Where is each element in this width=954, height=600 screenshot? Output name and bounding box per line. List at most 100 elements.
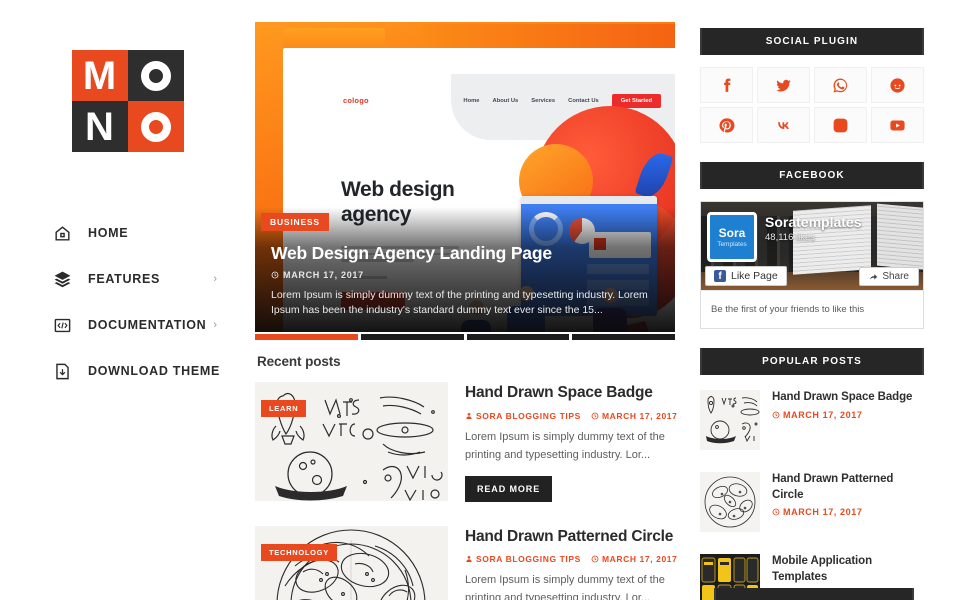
sidebar-label-features: FEATURES (88, 272, 161, 286)
clock-icon (271, 271, 279, 278)
popular-post-title[interactable]: Hand Drawn Patterned Circle (772, 472, 924, 503)
slider-dot-1[interactable] (255, 334, 358, 340)
instagram-link[interactable] (814, 107, 867, 143)
popular-post-thumbnail[interactable] (700, 472, 760, 532)
facebook-like-page-button[interactable]: f Like Page (705, 266, 787, 286)
reddit-link[interactable] (871, 67, 924, 103)
user-icon (466, 556, 472, 563)
post-category-tag[interactable]: TECHNOLOGY (261, 543, 337, 561)
slider-title[interactable]: Web Design Agency Landing Page (271, 244, 659, 264)
facebook-share-label: Share (882, 271, 909, 282)
widget-social-plugin: SOCIAL PLUGIN (700, 28, 924, 143)
popular-post-thumbnail[interactable] (700, 390, 760, 450)
right-sidebar: SOCIAL PLUGIN FACEBOOK Sora Templates So… (680, 0, 954, 600)
popular-post-date: MARCH 17, 2017 (772, 410, 912, 420)
post-meta: SORA BLOGGING TIPS MARCH 17, 2017 (465, 554, 677, 564)
clock-icon (772, 411, 780, 418)
post-thumbnail[interactable]: LEARN (255, 382, 448, 501)
slider-category-badge[interactable]: BUSINESS (261, 213, 329, 231)
chevron-right-icon-features[interactable]: › (213, 273, 225, 285)
sidebar-label-download-theme: DOWNLOAD THEME (88, 364, 221, 378)
facebook-f-icon: f (714, 270, 726, 282)
widget-facebook: FACEBOOK Sora Templates Soratemplates 48… (700, 162, 924, 329)
youtube-link[interactable] (871, 107, 924, 143)
post-author-text: SORA BLOGGING TIPS (476, 410, 581, 421)
popular-post-date-text: MARCH 17, 2017 (783, 409, 863, 420)
facebook-like-label: Like Page (731, 270, 778, 282)
slider-caption-overlay: BUSINESS Web Design Agency Landing Page … (255, 207, 675, 332)
whatsapp-link[interactable] (814, 67, 867, 103)
logo-ring-top (140, 60, 171, 91)
slider-pagination[interactable] (255, 334, 675, 340)
slider-date-text: MARCH 17, 2017 (283, 269, 364, 280)
facebook-icon (724, 78, 731, 92)
twitter-link[interactable] (757, 67, 810, 103)
site-logo[interactable]: M N (71, 50, 184, 152)
post-title[interactable]: Hand Drawn Patterned Circle (465, 528, 677, 547)
pinterest-link[interactable] (700, 107, 753, 143)
sidebar-item-features[interactable]: FEATURES › (30, 256, 225, 302)
post-author-text: SORA BLOGGING TIPS (476, 554, 581, 565)
hero-headline-line1: Web design (341, 178, 455, 201)
popular-post-title[interactable]: Hand Drawn Space Badge (772, 390, 912, 406)
facebook-footer-note: Be the first of your friends to like thi… (701, 290, 923, 328)
logo-ring-bottom (140, 111, 171, 142)
post-author[interactable]: SORA BLOGGING TIPS (465, 554, 581, 564)
left-sidebar: M N HOME FEATURES › DOCUMENTATION › DOWN… (0, 0, 255, 600)
clock-icon (772, 508, 780, 516)
read-more-button[interactable]: READ MORE (465, 475, 553, 502)
post-meta: SORA BLOGGING TIPS MARCH 17, 2017 (465, 411, 677, 421)
sidebar-item-download-theme[interactable]: DOWNLOAD THEME (30, 348, 225, 394)
patterned-circle-thumb-doodle (704, 476, 756, 528)
hero-nav-services[interactable]: Services (531, 98, 555, 104)
post-card: TECHNOLOGY Hand Drawn Patterned Circle S… (255, 525, 677, 600)
slider-dot-2[interactable] (360, 334, 464, 340)
facebook-heading: FACEBOOK (700, 162, 924, 189)
user-icon (466, 412, 472, 419)
popular-post-item[interactable]: Hand Drawn Patterned Circle MARCH 17, 20… (700, 461, 924, 543)
hero-brand-logo: cologo (343, 96, 369, 105)
post-author[interactable]: SORA BLOGGING TIPS (465, 411, 581, 421)
youtube-icon (890, 120, 905, 130)
popular-post-title[interactable]: Mobile Application Templates (772, 554, 924, 585)
facebook-cover-sheet-b (877, 203, 923, 271)
popular-posts-list: Hand Drawn Space Badge MARCH 17, 2017 Ha… (700, 379, 924, 600)
social-icon-grid (700, 67, 924, 143)
post-category-tag[interactable]: LEARN (261, 400, 307, 417)
chevron-right-icon-documentation[interactable]: › (213, 319, 225, 331)
post-title[interactable]: Hand Drawn Space Badge (465, 384, 677, 403)
main-content: cologo Home About Us Services Contact Us… (255, 0, 680, 600)
facebook-page-name[interactable]: Soratemplates (765, 214, 861, 230)
post-excerpt: Lorem Ipsum is simply dummy text of the … (465, 574, 665, 600)
sidebar-item-home[interactable]: HOME (30, 210, 225, 256)
post-body: Hand Drawn Patterned Circle SORA BLOGGIN… (465, 526, 677, 600)
whatsapp-icon (833, 78, 848, 92)
post-thumbnail[interactable]: TECHNOLOGY (255, 525, 448, 600)
popular-posts-heading: POPULAR POSTS (700, 348, 924, 375)
instagram-icon (833, 118, 848, 132)
reddit-icon (890, 77, 905, 93)
hero-topbar-shape (423, 24, 675, 48)
popular-post-date: MARCH 17, 2017 (772, 507, 924, 517)
social-plugin-heading: SOCIAL PLUGIN (700, 28, 924, 55)
sidebar-item-documentation[interactable]: DOCUMENTATION › (30, 302, 225, 348)
hero-nav-contact[interactable]: Contact Us (568, 98, 599, 104)
popular-post-item[interactable]: Hand Drawn Space Badge MARCH 17, 2017 (700, 379, 924, 461)
logo-letter-o-bottom (127, 101, 184, 152)
facebook-share-button[interactable]: Share (859, 267, 919, 286)
featured-slider[interactable]: cologo Home About Us Services Contact Us… (255, 22, 675, 332)
hero-nav-home[interactable]: Home (463, 98, 479, 104)
widget-popular-posts: POPULAR POSTS Hand Drawn Space Badge MAR… (700, 348, 924, 600)
post-date: MARCH 17, 2017 (591, 554, 677, 564)
vk-link[interactable] (757, 107, 810, 143)
post-date: MARCH 17, 2017 (591, 411, 677, 421)
hero-nav-about[interactable]: About Us (493, 98, 519, 104)
post-body: Hand Drawn Space Badge SORA BLOGGING TIP… (465, 382, 677, 502)
main-navigation: HOME FEATURES › DOCUMENTATION › DOWNLOAD… (30, 210, 225, 394)
post-date-text: MARCH 17, 2017 (601, 554, 678, 565)
post-excerpt: Lorem Ipsum is simply dummy text of the … (465, 430, 665, 461)
vk-icon (778, 121, 789, 129)
slider-dot-4[interactable] (572, 334, 675, 340)
slider-dot-3[interactable] (466, 334, 570, 340)
facebook-link[interactable] (700, 67, 753, 103)
